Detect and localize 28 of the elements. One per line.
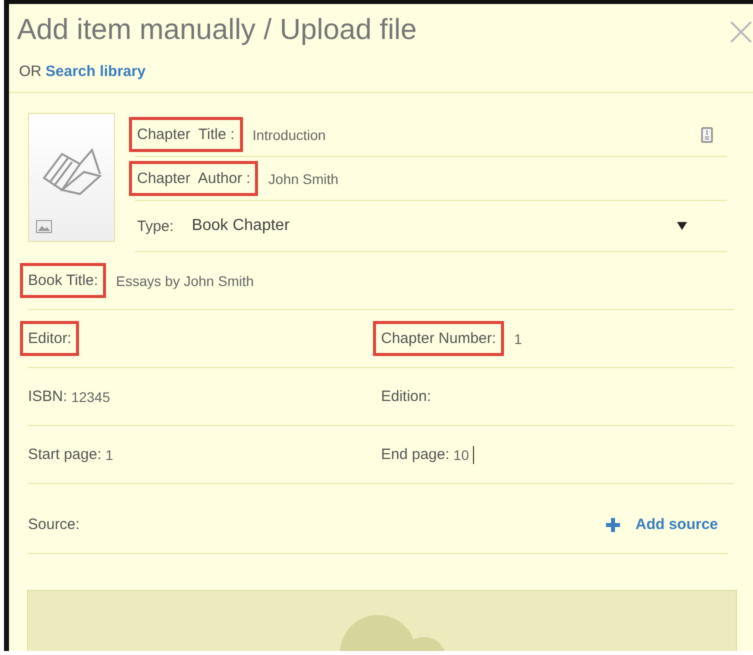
- field-label: Book Title:: [20, 263, 106, 298]
- type-dropdown[interactable]: Book Chapter: [192, 217, 290, 235]
- field-label: Edition:: [381, 388, 432, 405]
- field-value[interactable]: 10: [453, 446, 469, 462]
- field-value[interactable]: 12345: [71, 388, 110, 404]
- field-label: End page:: [381, 446, 450, 463]
- field-label: ISBN:: [28, 388, 68, 405]
- plus-icon[interactable]: [605, 516, 622, 532]
- field-label: Chapter Author :: [129, 161, 258, 196]
- field-label: Chapter Title :: [129, 117, 243, 152]
- add-source-link[interactable]: Add source: [635, 516, 718, 533]
- or-text: OR: [19, 63, 42, 80]
- field-value[interactable]: 1: [514, 330, 522, 346]
- field-value[interactable]: Essays by John Smith: [116, 272, 254, 288]
- field-value[interactable]: John Smith: [268, 170, 338, 186]
- field-value[interactable]: Introduction: [252, 126, 326, 142]
- search-library-link[interactable]: Search library: [46, 63, 146, 80]
- dialog-title: Add item manually / Upload file: [17, 14, 417, 47]
- field-label: Start page:: [28, 446, 102, 463]
- document-icon[interactable]: [701, 126, 713, 142]
- field-label: Type:: [137, 218, 174, 234]
- field-label: Editor:: [20, 321, 80, 356]
- image-icon[interactable]: [36, 220, 52, 233]
- field-label: Chapter Number:: [373, 321, 504, 356]
- field-value[interactable]: 1: [105, 446, 114, 462]
- close-icon[interactable]: [729, 20, 753, 44]
- source-label: Source:: [28, 516, 80, 533]
- caret-icon[interactable]: [677, 222, 687, 230]
